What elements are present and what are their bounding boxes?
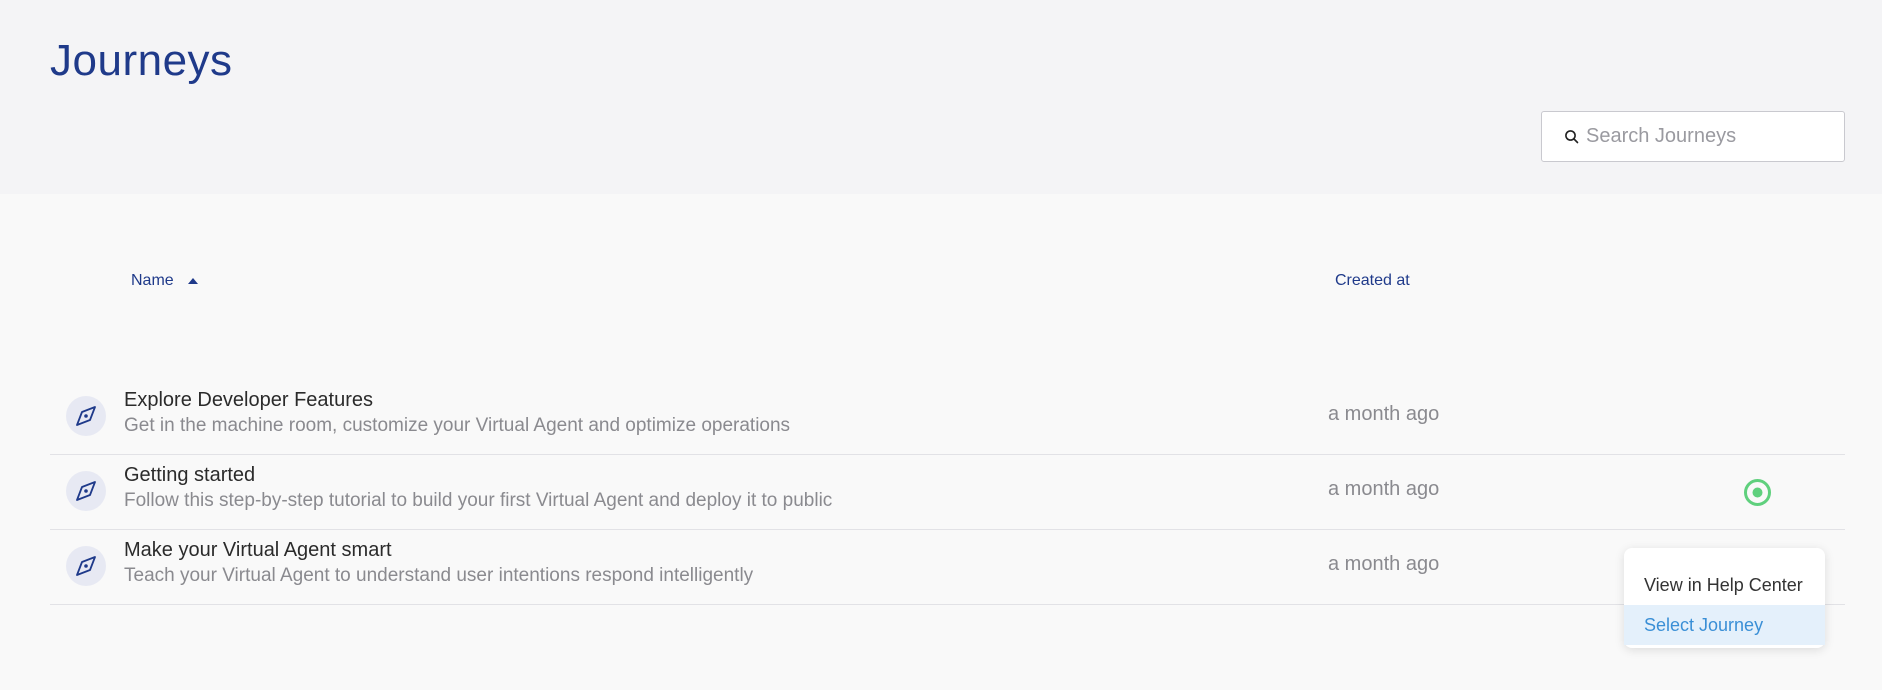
compass-icon [66,396,106,436]
column-header-created-at[interactable]: Created at [1335,272,1410,290]
journey-description: Follow this step-by-step tutorial to bui… [124,490,833,511]
page-title: Journeys [50,36,233,85]
active-journey-icon [1744,479,1771,506]
compass-icon [66,546,106,586]
row-context-menu: View in Help Center Select Journey [1624,548,1825,648]
journey-title: Getting started [124,464,256,486]
table-row[interactable]: Getting started Follow this step-by-step… [50,455,1845,530]
table-row[interactable]: Make your Virtual Agent smart Teach your… [50,530,1845,605]
search-box[interactable] [1541,111,1845,162]
created-at: a month ago [1328,403,1440,425]
column-header-name-label: Name [131,272,174,289]
journey-title: Explore Developer Features [124,389,374,411]
created-at: a month ago [1328,553,1440,575]
search-icon [1565,129,1579,143]
table-row[interactable]: Explore Developer Features Get in the ma… [50,380,1845,455]
compass-icon [66,471,106,511]
journey-description: Get in the machine room, customize your … [124,415,791,436]
menu-item-view-in-help-center[interactable]: View in Help Center [1624,565,1825,605]
created-at: a month ago [1328,478,1440,500]
menu-item-select-journey[interactable]: Select Journey [1624,605,1825,645]
journey-title: Make your Virtual Agent smart [124,539,392,561]
journey-description: Teach your Virtual Agent to understand u… [124,565,754,586]
page-header: Journeys [0,0,1882,194]
sort-ascending-icon [187,278,198,284]
column-header-created-at-label: Created at [1335,272,1410,289]
column-header-name[interactable]: Name [131,272,198,290]
search-input[interactable] [1586,125,1836,148]
